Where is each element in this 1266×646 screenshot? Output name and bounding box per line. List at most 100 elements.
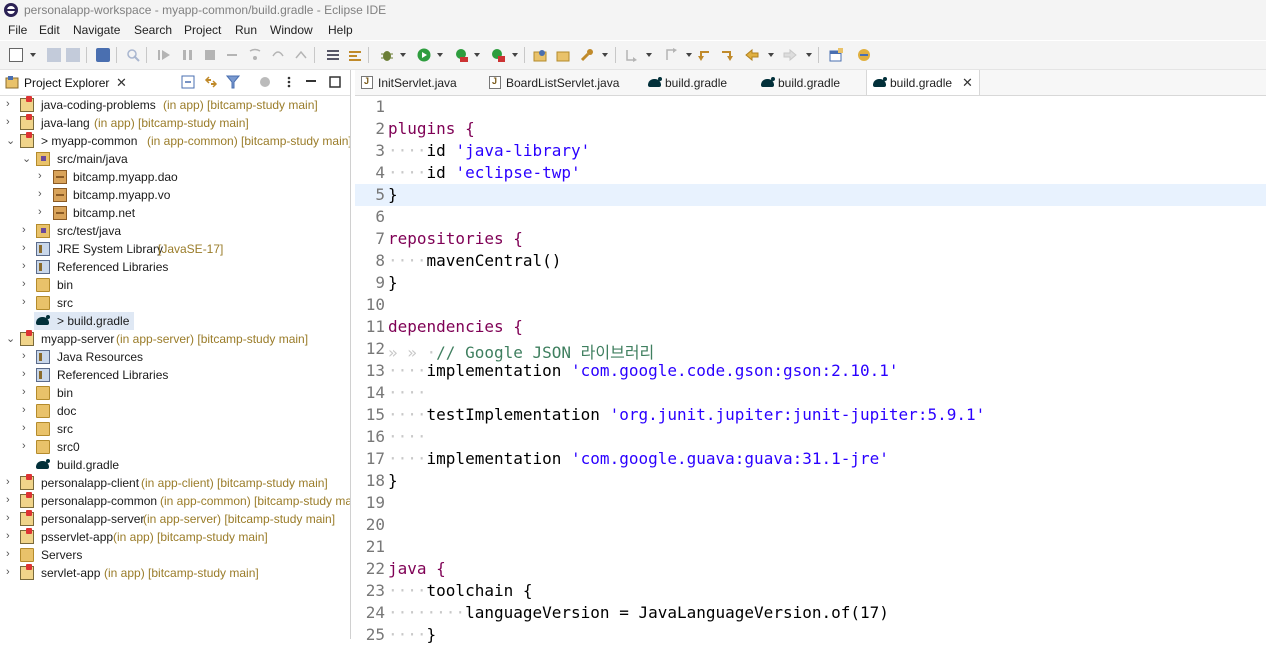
code-editor[interactable]: 1 2 plugins { 3 ····id 'java-library' 4 ···… [355, 96, 1266, 644]
chevron-down-icon[interactable]: ⌄ [6, 332, 16, 345]
filter-icon[interactable] [225, 75, 241, 89]
terminate-icon[interactable] [203, 48, 217, 62]
tree-item-build-gradle-server[interactable]: build.gradle [0, 456, 350, 474]
coverage-icon[interactable] [454, 48, 468, 62]
run-dropdown-icon[interactable] [437, 53, 443, 57]
step-into-icon[interactable] [248, 48, 262, 62]
save-all-icon[interactable] [66, 48, 80, 62]
step-return-icon[interactable] [294, 48, 308, 62]
menu-navigate[interactable]: Navigate [73, 23, 120, 37]
forward-icon[interactable] [783, 48, 797, 62]
chevron-right-icon[interactable]: › [22, 440, 32, 452]
tab-boardlistservlet-java[interactable]: BoardListServlet.java [483, 70, 638, 95]
chevron-right-icon[interactable]: › [22, 368, 32, 380]
menu-help[interactable]: Help [328, 23, 353, 37]
chevron-right-icon[interactable]: › [22, 422, 32, 434]
chevron-right-icon[interactable]: › [22, 404, 32, 416]
step-over-icon[interactable] [271, 48, 285, 62]
new-dropdown-icon[interactable] [30, 53, 36, 57]
menu-run[interactable]: Run [235, 23, 257, 37]
tree-item-src-2[interactable]: › src [0, 420, 350, 438]
back-icon[interactable] [745, 48, 759, 62]
tree-item-personalapp-client[interactable]: › personalapp-client (in app-client) [bi… [0, 474, 350, 492]
tree-item-doc[interactable]: › doc [0, 402, 350, 420]
menu-edit[interactable]: Edit [39, 23, 60, 37]
tree-item-build-gradle-selected[interactable]: > build.gradle [34, 312, 134, 330]
disconnect-icon[interactable] [225, 48, 239, 62]
chevron-right-icon[interactable]: › [6, 116, 16, 128]
run-icon[interactable] [417, 48, 431, 62]
tree-item-servers[interactable]: › Servers [0, 546, 350, 564]
external-tools-icon[interactable] [491, 48, 505, 62]
tab-project-explorer[interactable]: Project Explorer ✕ [0, 70, 135, 95]
tree-item-personalapp-common[interactable]: › personalapp-common (in app-common) [bi… [0, 492, 350, 510]
chevron-right-icon[interactable]: › [6, 530, 16, 542]
chevron-right-icon[interactable]: › [38, 170, 48, 182]
prev-annotation-icon[interactable] [664, 48, 678, 62]
last-edit-icon[interactable] [697, 48, 711, 62]
tree-item-java-coding-problems[interactable]: › java-coding-problems (in app) [bitcamp… [0, 96, 350, 114]
tab-build-gradle-1[interactable]: build.gradle [642, 70, 750, 95]
menu-project[interactable]: Project [184, 23, 221, 37]
open-perspective-icon[interactable] [829, 48, 843, 62]
chevron-right-icon[interactable]: › [6, 566, 16, 578]
chevron-right-icon[interactable]: › [22, 260, 32, 272]
new-icon[interactable] [9, 48, 23, 62]
chevron-right-icon[interactable]: › [6, 98, 16, 110]
chevron-right-icon[interactable]: › [22, 242, 32, 254]
tree-item-referenced-libraries-2[interactable]: › Referenced Libraries [0, 366, 350, 384]
chevron-right-icon[interactable]: › [22, 350, 32, 362]
menu-search[interactable]: Search [134, 23, 172, 37]
tree-item-bitcamp-net[interactable]: › bitcamp.net [0, 204, 350, 222]
link-with-editor-icon[interactable] [204, 75, 218, 89]
tab-build-gradle-active[interactable]: build.gradle ✕ [866, 70, 980, 95]
back-dropdown-icon[interactable] [768, 53, 774, 57]
tree-item-personalapp-server[interactable]: › personalapp-server (in app-server) [bi… [0, 510, 350, 528]
close-icon[interactable]: ✕ [962, 75, 973, 91]
debug-icon[interactable] [380, 48, 394, 62]
chevron-right-icon[interactable]: › [6, 476, 16, 488]
focus-icon[interactable] [258, 75, 272, 89]
tab-build-gradle-2[interactable]: build.gradle [755, 70, 863, 95]
tree-item-java-lang[interactable]: › java-lang (in app) [bitcamp-study main… [0, 114, 350, 132]
toggle-split-icon[interactable] [326, 48, 340, 62]
next-annotation-icon[interactable] [624, 48, 638, 62]
tree-item-myapp-common[interactable]: ⌄ > myapp-common (in app-common) [bitcam… [0, 132, 350, 150]
forward-dropdown-icon[interactable] [806, 53, 812, 57]
new-java-project-icon[interactable] [533, 48, 547, 62]
view-menu-icon[interactable] [282, 75, 296, 89]
tree-item-servlet-app[interactable]: › servlet-app (in app) [bitcamp-study ma… [0, 564, 350, 582]
chevron-right-icon[interactable]: › [6, 512, 16, 524]
debug-dropdown-icon[interactable] [400, 53, 406, 57]
chevron-right-icon[interactable]: › [22, 224, 32, 236]
search-dropdown-icon[interactable] [602, 53, 608, 57]
terminal-icon[interactable] [96, 48, 110, 62]
tree-item-jre-system-library[interactable]: › JRE System Library [JavaSE-17] [0, 240, 350, 258]
prev-annotation-dropdown-icon[interactable] [686, 53, 692, 57]
chevron-down-icon[interactable]: ⌄ [6, 134, 16, 147]
chevron-right-icon[interactable]: › [6, 548, 16, 560]
chevron-right-icon[interactable]: › [22, 296, 32, 308]
tree-item-src-main-java[interactable]: ⌄ src/main/java [0, 150, 350, 168]
tree-item-myapp-server[interactable]: ⌄ myapp-server (in app-server) [bitcamp-… [0, 330, 350, 348]
tree-item-java-resources[interactable]: › Java Resources [0, 348, 350, 366]
suspend-icon[interactable] [181, 48, 195, 62]
chevron-right-icon[interactable]: › [22, 386, 32, 398]
coverage-dropdown-icon[interactable] [474, 53, 480, 57]
tree-item-referenced-libraries[interactable]: › Referenced Libraries [0, 258, 350, 276]
save-icon[interactable] [47, 48, 61, 62]
tree-item-bin-2[interactable]: › bin [0, 384, 350, 402]
maximize-icon[interactable] [328, 75, 342, 89]
tree-item-bitcamp-myapp-dao[interactable]: › bitcamp.myapp.dao [0, 168, 350, 186]
format-icon[interactable] [348, 48, 362, 62]
tree-item-src[interactable]: › src [0, 294, 350, 312]
chevron-right-icon[interactable]: › [38, 188, 48, 200]
chevron-right-icon[interactable]: › [6, 494, 16, 506]
last-edit-forward-icon[interactable] [720, 48, 734, 62]
tree-item-psservlet-app[interactable]: › psservlet-app (in app) [bitcamp-study … [0, 528, 350, 546]
java-ee-perspective-icon[interactable] [857, 48, 871, 62]
tree-item-src0[interactable]: › src0 [0, 438, 350, 456]
skip-breakpoints-icon[interactable] [126, 48, 140, 62]
tree-item-bitcamp-myapp-vo[interactable]: › bitcamp.myapp.vo [0, 186, 350, 204]
chevron-down-icon[interactable]: ⌄ [22, 152, 32, 165]
